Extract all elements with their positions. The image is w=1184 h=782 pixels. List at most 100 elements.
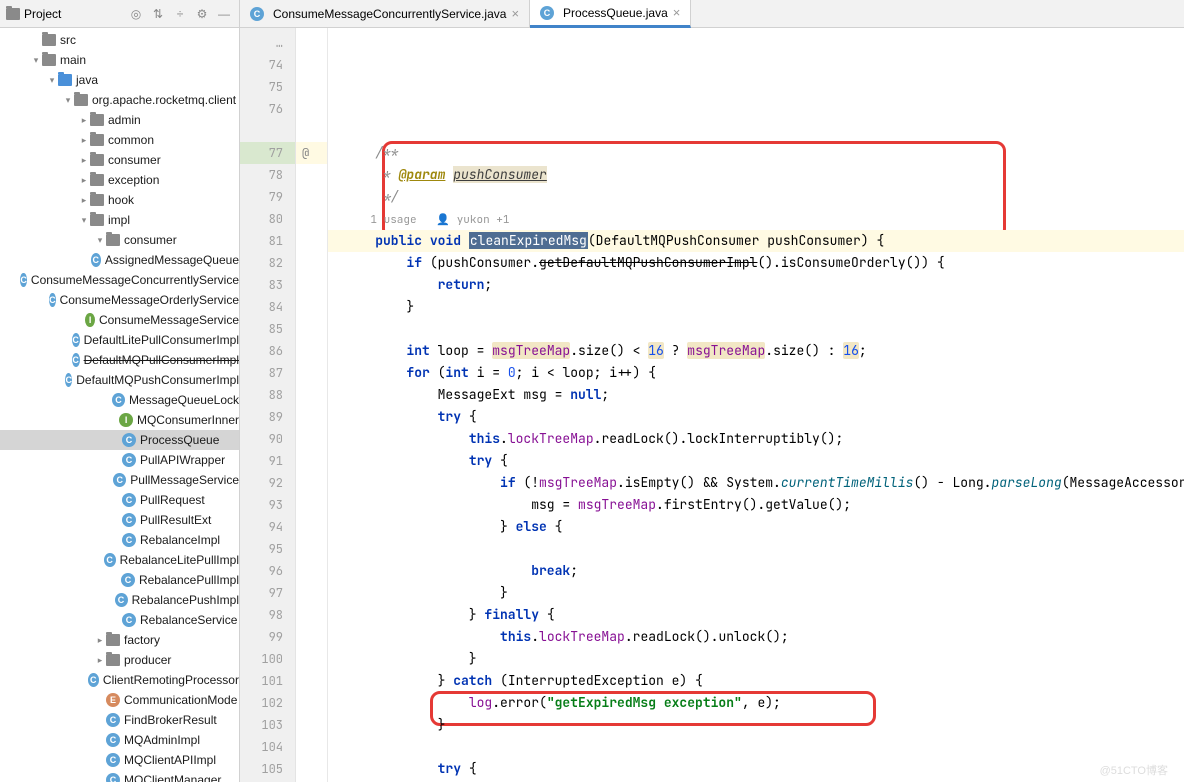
tree-row[interactable]: CRebalanceService [0, 610, 239, 630]
line-number: 99 [240, 626, 295, 648]
code-line[interactable] [328, 538, 1184, 560]
target-icon[interactable]: ◎ [127, 5, 145, 23]
code-line[interactable]: public void cleanExpiredMsg(DefaultMQPus… [328, 230, 1184, 252]
expand-arrow-icon[interactable]: ▸ [94, 655, 106, 666]
hide-icon[interactable]: — [215, 5, 233, 23]
expand-arrow-icon[interactable]: ▸ [94, 635, 106, 646]
tree-row[interactable]: ▾main [0, 50, 239, 70]
code-line[interactable]: } [328, 582, 1184, 604]
code-line[interactable]: */ [328, 186, 1184, 208]
tree-row[interactable]: CPullAPIWrapper [0, 450, 239, 470]
code-line[interactable]: * @param pushConsumer [328, 164, 1184, 186]
tree-label: java [76, 73, 98, 87]
expand-arrow-icon[interactable]: ▾ [62, 95, 74, 106]
line-number: 79 [240, 186, 295, 208]
tree-row[interactable]: CRebalanceLitePullImpl [0, 550, 239, 570]
class-file-icon: C [540, 6, 554, 20]
tree-row[interactable]: ▸hook [0, 190, 239, 210]
expand-arrow-icon[interactable]: ▸ [78, 155, 90, 166]
tree-row[interactable]: ▸consumer [0, 150, 239, 170]
tree-row[interactable]: CDefaultLitePullConsumerImpl [0, 330, 239, 350]
tree-row[interactable]: IConsumeMessageService [0, 310, 239, 330]
tree-row[interactable]: CRebalancePullImpl [0, 570, 239, 590]
code-line[interactable]: if (!msgTreeMap.isEmpty() && System.curr… [328, 472, 1184, 494]
tree-row[interactable]: CPullMessageService [0, 470, 239, 490]
tree-row[interactable]: ▾impl [0, 210, 239, 230]
expand-arrow-icon[interactable]: ▾ [46, 75, 58, 86]
close-icon[interactable]: × [511, 6, 519, 21]
tree-row[interactable]: ▾consumer [0, 230, 239, 250]
code-line[interactable]: int loop = msgTreeMap.size() < 16 ? msgT… [328, 340, 1184, 362]
code-line[interactable]: 1 usage 👤 yukon +1 [328, 208, 1184, 230]
editor-tab[interactable]: CConsumeMessageConcurrentlyService.java× [240, 0, 530, 27]
tree-row[interactable]: CRebalanceImpl [0, 530, 239, 550]
tree-row[interactable]: ▸exception [0, 170, 239, 190]
code-line[interactable]: } catch (InterruptedException e) { [328, 670, 1184, 692]
settings-icon[interactable]: ⚙ [193, 5, 211, 23]
code-body[interactable]: /** * @param pushConsumer */ 1 usage 👤 y… [328, 28, 1184, 782]
tree-row[interactable]: ECommunicationMode [0, 690, 239, 710]
code-line[interactable] [328, 736, 1184, 758]
code-line[interactable]: try { [328, 450, 1184, 472]
tree-row[interactable]: src [0, 30, 239, 50]
code-line[interactable]: /** [328, 142, 1184, 164]
tree-row[interactable]: CAssignedMessageQueue [0, 250, 239, 270]
code-line[interactable]: } [328, 296, 1184, 318]
code-line[interactable]: return; [328, 274, 1184, 296]
code-line[interactable]: try { [328, 406, 1184, 428]
tree-row[interactable]: CDefaultMQPullConsumerImpl [0, 350, 239, 370]
tree-row[interactable]: ▸admin [0, 110, 239, 130]
code-line[interactable]: for (int i = 0; i < loop; i++) { [328, 362, 1184, 384]
tree-row[interactable]: CRebalancePushImpl [0, 590, 239, 610]
code-line[interactable]: try { [328, 758, 1184, 780]
tree-row[interactable]: ▸factory [0, 630, 239, 650]
expand-arrow-icon[interactable]: ▸ [78, 135, 90, 146]
project-tree[interactable]: src▾main▾java▾org.apache.rocketmq.client… [0, 28, 239, 782]
tree-row[interactable]: ▸producer [0, 650, 239, 670]
expand-icon[interactable]: ⇅ [149, 5, 167, 23]
code-line[interactable]: msg = msgTreeMap.firstEntry().getValue()… [328, 494, 1184, 516]
tree-row[interactable]: CMessageQueueLock [0, 390, 239, 410]
tree-row[interactable]: IMQConsumerInner [0, 410, 239, 430]
code-line[interactable]: if (pushConsumer.getDefaultMQPushConsume… [328, 252, 1184, 274]
code-line[interactable]: this.lockTreeMap.readLock().unlock(); [328, 626, 1184, 648]
tree-row[interactable]: CClientRemotingProcessor [0, 670, 239, 690]
tree-row[interactable]: CDefaultMQPushConsumerImpl [0, 370, 239, 390]
tree-row[interactable]: CProcessQueue [0, 430, 239, 450]
editor-tab[interactable]: CProcessQueue.java× [530, 0, 691, 28]
tree-row[interactable]: CPullResultExt [0, 510, 239, 530]
expand-arrow-icon[interactable]: ▸ [78, 175, 90, 186]
code-line[interactable]: break; [328, 560, 1184, 582]
expand-arrow-icon[interactable]: ▸ [78, 195, 90, 206]
tree-row[interactable]: ▾org.apache.rocketmq.client [0, 90, 239, 110]
expand-arrow-icon[interactable]: ▾ [78, 215, 90, 226]
class-file-icon: C [122, 493, 136, 507]
tree-row[interactable]: CConsumeMessageConcurrentlyService [0, 270, 239, 290]
folder-icon [90, 194, 104, 206]
collapse-icon[interactable]: ÷ [171, 5, 189, 23]
expand-arrow-icon[interactable]: ▾ [94, 235, 106, 246]
code-line[interactable]: } [328, 714, 1184, 736]
code-container: …747576777879808182838485868788899091929… [240, 28, 1184, 782]
code-line[interactable]: this.lockTreeMap.readLock().lockInterrup… [328, 428, 1184, 450]
tree-row[interactable]: CPullRequest [0, 490, 239, 510]
code-line[interactable] [328, 120, 1184, 142]
tree-row[interactable]: ▸common [0, 130, 239, 150]
tree-row[interactable]: CMQAdminImpl [0, 730, 239, 750]
tree-row[interactable]: CMQClientManager [0, 770, 239, 782]
tab-label: ConsumeMessageConcurrentlyService.java [273, 7, 506, 21]
tree-row[interactable]: CFindBrokerResult [0, 710, 239, 730]
close-icon[interactable]: × [673, 5, 681, 20]
class-file-icon: C [104, 553, 116, 567]
expand-arrow-icon[interactable]: ▸ [78, 115, 90, 126]
code-line[interactable]: } else { [328, 516, 1184, 538]
code-line[interactable]: log.error("getExpiredMsg exception", e); [328, 692, 1184, 714]
tree-row[interactable]: CMQClientAPIImpl [0, 750, 239, 770]
code-line[interactable]: } finally { [328, 604, 1184, 626]
code-line[interactable]: MessageExt msg = null; [328, 384, 1184, 406]
tree-row[interactable]: CConsumeMessageOrderlyService [0, 290, 239, 310]
code-line[interactable]: } [328, 648, 1184, 670]
code-line[interactable] [328, 318, 1184, 340]
expand-arrow-icon[interactable]: ▾ [30, 55, 42, 66]
tree-row[interactable]: ▾ java [0, 70, 239, 90]
